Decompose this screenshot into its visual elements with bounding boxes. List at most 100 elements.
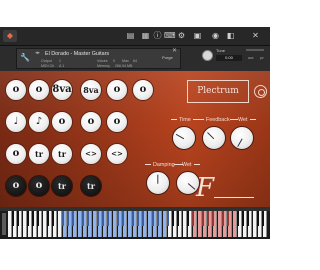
keyboard-icon[interactable]: ⌨ [164, 31, 176, 41]
close-icon[interactable]: ✕ [250, 31, 261, 41]
black-key[interactable] [86, 211, 89, 226]
preset-selector[interactable]: Plectrum [187, 80, 249, 103]
pitch-wheel[interactable] [2, 213, 6, 235]
white-key[interactable] [193, 211, 197, 237]
black-key[interactable] [241, 211, 244, 226]
tune-value[interactable]: 0.00 [216, 55, 242, 61]
black-key[interactable] [51, 211, 54, 226]
tune-knob[interactable] [202, 50, 213, 61]
white-key[interactable] [53, 211, 57, 237]
black-key[interactable] [206, 211, 209, 226]
black-key[interactable] [106, 211, 109, 226]
purge-button[interactable]: Purge [162, 55, 173, 60]
white-key[interactable] [18, 211, 22, 237]
snapshot-icon[interactable]: ▣ [192, 31, 203, 41]
info-icon[interactable]: ⓘ [152, 31, 163, 41]
articulation-button-3[interactable]: 8va [51, 79, 73, 101]
white-key[interactable] [228, 211, 232, 237]
instrument-name[interactable]: El Dorado - Master Guitars [45, 51, 109, 57]
articulation-button-5[interactable]: o [106, 79, 128, 101]
black-key[interactable] [136, 211, 139, 226]
solo-icon[interactable]: ◉ [210, 31, 221, 41]
black-key[interactable] [36, 211, 39, 226]
articulation-button-trill-1[interactable]: tr [28, 143, 50, 165]
black-key[interactable] [261, 211, 264, 226]
damping-knob[interactable] [146, 171, 170, 195]
articulation-button-slide-1[interactable]: <> [80, 143, 102, 165]
black-key[interactable] [151, 211, 154, 226]
black-key[interactable] [81, 211, 84, 226]
pv-label[interactable]: pv [260, 56, 264, 60]
black-key[interactable] [66, 211, 69, 226]
articulation-button-12[interactable]: o [5, 143, 27, 165]
black-key[interactable] [101, 211, 104, 226]
black-key[interactable] [61, 211, 64, 226]
black-key[interactable] [246, 211, 249, 226]
articulation-button-slide-2[interactable]: <> [106, 143, 128, 165]
white-key[interactable] [108, 211, 112, 237]
black-key[interactable] [26, 211, 29, 226]
white-key[interactable] [178, 211, 182, 237]
aux-label[interactable]: aux [248, 56, 253, 60]
white-key[interactable] [143, 211, 147, 237]
white-key[interactable] [73, 211, 77, 237]
articulation-button-9[interactable]: o [51, 111, 73, 133]
preset-arrows-icon[interactable]: ◂▸ [35, 50, 40, 56]
articulation-button-2[interactable]: o [28, 79, 50, 101]
articulation-button-trill-4[interactable]: tr [80, 175, 102, 197]
piano-keyboard[interactable] [0, 211, 270, 239]
white-key[interactable] [38, 211, 42, 237]
articulation-button-17[interactable]: o [5, 175, 27, 197]
black-key[interactable] [96, 211, 99, 226]
mute-icon[interactable]: ◧ [225, 31, 236, 41]
black-key[interactable] [211, 211, 214, 226]
rack-icon[interactable]: ▦ [140, 31, 151, 41]
black-key[interactable] [171, 211, 174, 226]
articulation-button-10[interactable]: o [80, 111, 102, 133]
black-key[interactable] [256, 211, 259, 226]
white-key[interactable] [158, 211, 162, 237]
wrench-icon[interactable]: 🔧 [20, 53, 30, 63]
settings-icon[interactable]: ⚙ [176, 31, 187, 41]
black-key[interactable] [31, 211, 34, 226]
articulation-button-8va[interactable]: 8va [80, 79, 102, 101]
articulation-button-trill-2[interactable]: tr [51, 143, 73, 165]
ni-logo-icon[interactable]: ◆ [3, 30, 17, 42]
black-key[interactable] [116, 211, 119, 226]
wet-knob-1[interactable] [230, 126, 254, 150]
black-key[interactable] [71, 211, 74, 226]
remove-instrument-icon[interactable]: ✕ [172, 47, 177, 54]
black-key[interactable] [176, 211, 179, 226]
feedback-knob[interactable] [202, 126, 226, 150]
white-key[interactable] [263, 211, 267, 237]
articulation-button-quarter[interactable]: ♩ [5, 111, 27, 133]
black-key[interactable] [201, 211, 204, 226]
black-key[interactable] [156, 211, 159, 226]
black-key[interactable] [46, 211, 49, 226]
ring-link-icon[interactable] [254, 85, 267, 98]
black-key[interactable] [16, 211, 19, 226]
black-key[interactable] [221, 211, 224, 226]
midi-value[interactable]: A 1 [59, 64, 64, 68]
black-key[interactable] [186, 211, 189, 226]
black-key[interactable] [166, 211, 169, 226]
articulation-button-1[interactable]: o [5, 79, 27, 101]
time-knob[interactable] [172, 126, 196, 150]
white-key[interactable] [88, 211, 92, 237]
output-value[interactable]: 1 [59, 59, 61, 63]
max-value[interactable]: 64 [133, 59, 137, 63]
browser-icon[interactable]: ▤ [125, 31, 136, 41]
white-key[interactable] [213, 211, 217, 237]
black-key[interactable] [226, 211, 229, 226]
articulation-button-6[interactable]: o [132, 79, 154, 101]
black-key[interactable] [236, 211, 239, 226]
articulation-button-eighth[interactable]: ♪ [28, 111, 50, 133]
black-key[interactable] [121, 211, 124, 226]
black-key[interactable] [141, 211, 144, 226]
white-key[interactable] [248, 211, 252, 237]
articulation-button-trill-3[interactable]: tr [51, 175, 73, 197]
white-key[interactable] [123, 211, 127, 237]
black-key[interactable] [11, 211, 14, 226]
black-key[interactable] [131, 211, 134, 226]
black-key[interactable] [191, 211, 194, 226]
